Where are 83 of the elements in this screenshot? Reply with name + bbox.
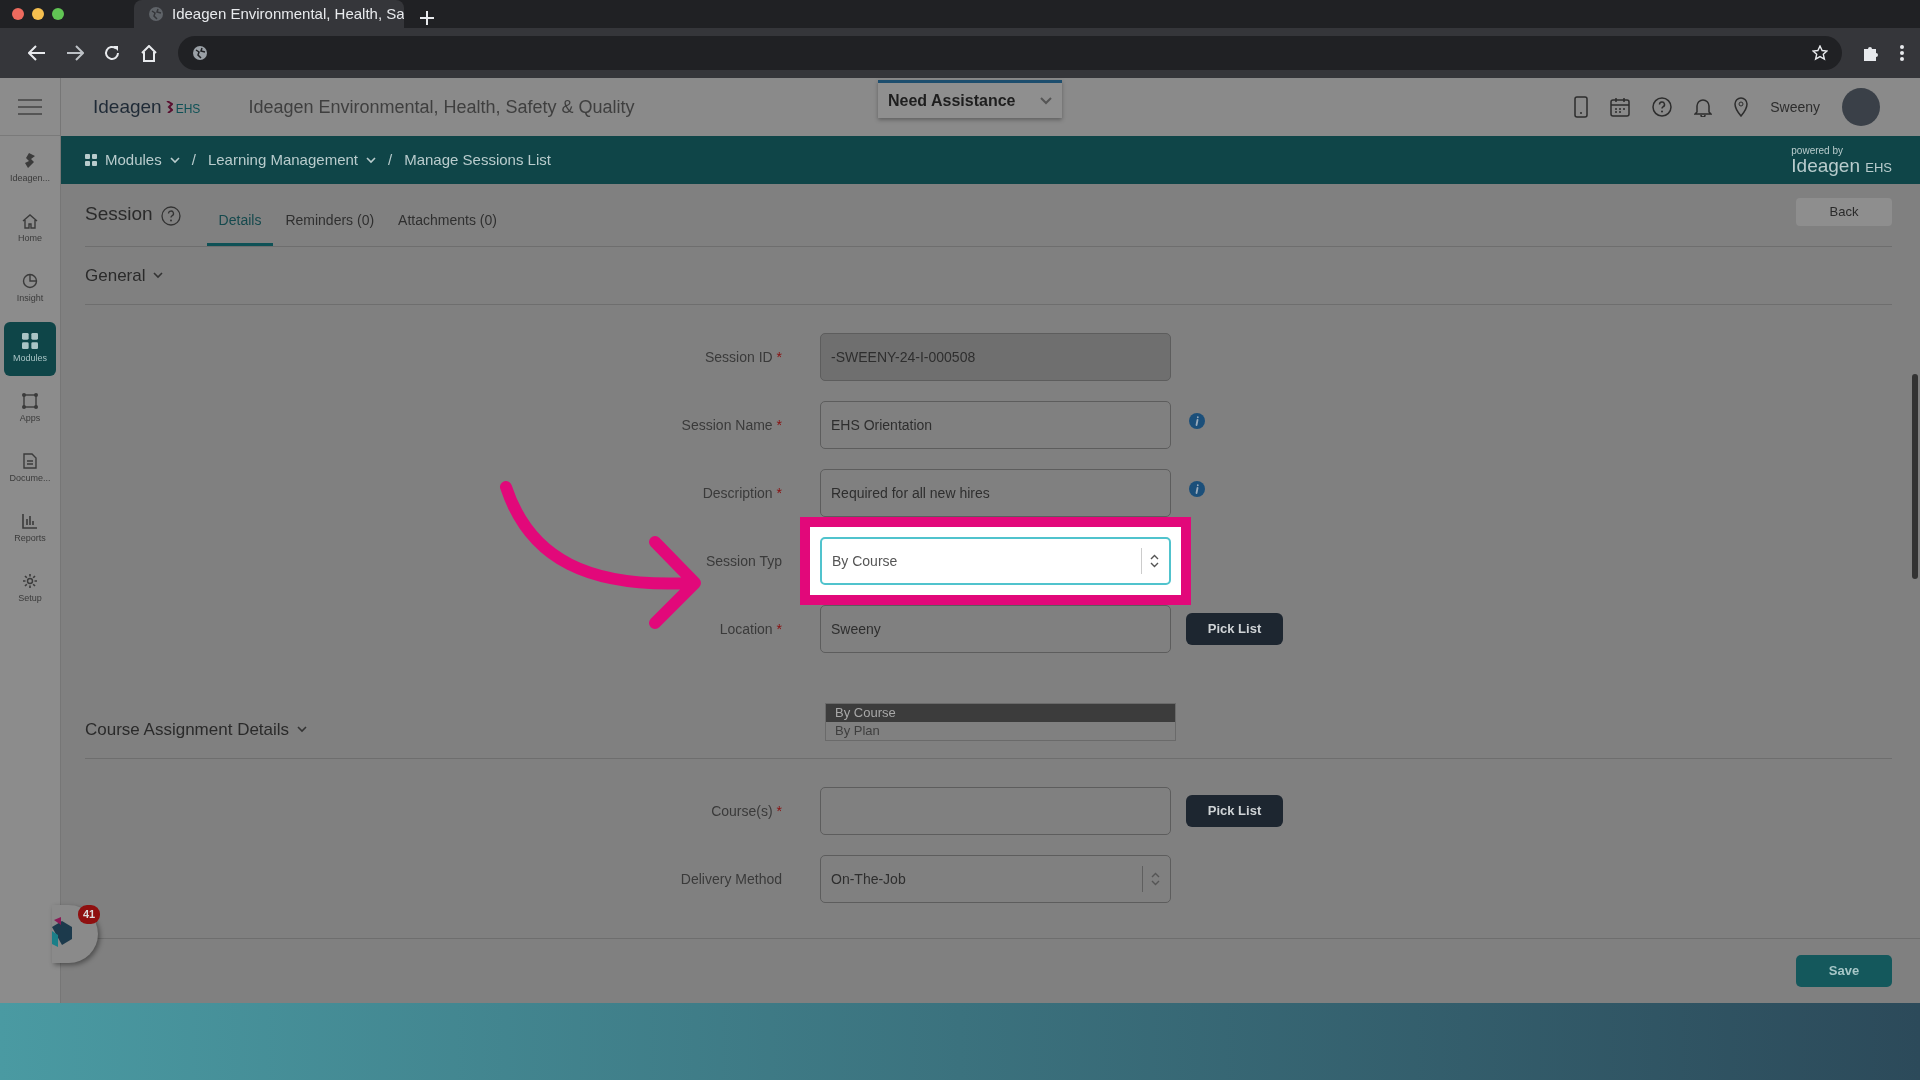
breadcrumb-separator: / (388, 149, 393, 170)
sidebar-item[interactable]: Modules (4, 322, 56, 376)
puzzle-icon[interactable] (1862, 44, 1880, 62)
grid-icon (85, 154, 97, 166)
calendar-icon[interactable] (1610, 97, 1631, 117)
minimize-window-dot[interactable] (32, 8, 44, 20)
bar-chart-icon (22, 512, 38, 529)
text-field[interactable] (820, 787, 1171, 835)
help-icon[interactable] (1652, 97, 1673, 117)
section-header[interactable]: General (85, 247, 1892, 305)
tab[interactable]: Attachments (0) (386, 210, 509, 246)
forward-icon[interactable] (66, 45, 84, 61)
field-label: Location * (718, 619, 783, 639)
sidebar-item[interactable]: Docume... (4, 442, 56, 496)
dropdown-option[interactable]: By Course (826, 704, 1175, 722)
breadcrumb-link[interactable]: Manage Sessions List (404, 148, 551, 172)
chevron-down-icon (153, 272, 164, 279)
notification-bell-icon[interactable] (1694, 97, 1713, 117)
text-field[interactable]: Required for all new hires (820, 469, 1171, 517)
info-icon[interactable] (1189, 481, 1205, 497)
back-icon[interactable] (28, 45, 46, 61)
up-down-chevron-icon (1150, 554, 1159, 568)
reload-icon[interactable] (104, 45, 120, 61)
pick-list-button[interactable]: Pick List (1186, 613, 1283, 645)
plus-icon (420, 11, 434, 26)
close-window-dot[interactable] (12, 8, 24, 20)
tab[interactable]: Details (206, 210, 274, 246)
sidebar-item[interactable]: Apps (4, 382, 56, 436)
save-button[interactable]: Save (1796, 955, 1892, 987)
assistance-dropdown[interactable]: Need Assistance (878, 80, 1062, 118)
location-pin-icon[interactable] (1734, 97, 1749, 117)
mobile-phone-icon[interactable] (1574, 96, 1589, 118)
more-icon[interactable] (1900, 45, 1904, 61)
chevron-down-icon (1040, 96, 1052, 105)
ideagen-ehs-logo[interactable]: Ideagen EHS (93, 92, 201, 122)
user-avatar[interactable] (1842, 88, 1880, 126)
powered-by-logo: powered by Ideagen EHS (1791, 145, 1892, 175)
chevron-down-icon (297, 726, 308, 733)
help-icon[interactable] (160, 206, 181, 226)
select-field[interactable]: On-The-Job (820, 855, 1171, 903)
sidebar-item[interactable]: Reports (4, 502, 56, 556)
home-icon[interactable] (140, 44, 158, 62)
home-icon (22, 212, 38, 229)
select-field[interactable]: By Course (820, 537, 1171, 585)
star-icon[interactable] (1812, 45, 1828, 61)
field-label: Session Typ (705, 551, 783, 571)
breadcrumb-separator: / (191, 149, 196, 170)
field-label: Session ID * (703, 347, 783, 367)
globe-icon (148, 6, 164, 22)
grid-icon (22, 332, 38, 349)
sidebar-item[interactable]: Ideagen... (4, 142, 56, 196)
field-label: Course(s) * (710, 801, 783, 821)
apps-icon (22, 392, 38, 409)
maximize-window-dot[interactable] (52, 8, 64, 20)
ideagen-logo-icon (23, 152, 37, 169)
text-field: -SWEENY-24-I-000508 (820, 333, 1171, 381)
settings-icon (22, 572, 38, 589)
field-label: Session Name * (680, 415, 783, 435)
page-title: Session (85, 201, 153, 226)
sidebar-item[interactable]: Insight (4, 262, 56, 316)
globe-icon (192, 45, 208, 61)
scrollbar-thumb[interactable] (1912, 374, 1918, 579)
notification-count: 41 (78, 905, 101, 924)
breadcrumb-link[interactable]: Learning Management (207, 148, 376, 172)
info-icon[interactable] (1189, 413, 1205, 429)
back-button[interactable]: Back (1796, 198, 1892, 226)
sidebar-item[interactable]: Setup (4, 562, 56, 616)
sidebar-item[interactable]: Home (4, 202, 56, 256)
field-label: Delivery Method (679, 869, 783, 889)
up-down-chevron-icon (1151, 872, 1160, 886)
browser-tab[interactable]: Ideagen Environmental, Health, Sa (134, 0, 404, 28)
pick-list-button[interactable]: Pick List (1186, 795, 1283, 827)
text-field[interactable]: Sweeny (820, 605, 1171, 653)
tab[interactable]: Reminders (0) (273, 210, 387, 246)
text-field[interactable]: EHS Orientation (820, 401, 1171, 449)
document-icon (23, 452, 37, 469)
app-title: Ideagen Environmental, Health, Safety & Quality (248, 95, 635, 119)
pie-chart-icon (22, 272, 38, 289)
field-label: Description * (701, 483, 783, 503)
dropdown-option[interactable]: By Plan (826, 722, 1175, 740)
menu-icon[interactable] (18, 98, 42, 115)
breadcrumb-link[interactable]: Modules (85, 148, 180, 172)
user-name[interactable]: Sweeny (1770, 96, 1820, 118)
